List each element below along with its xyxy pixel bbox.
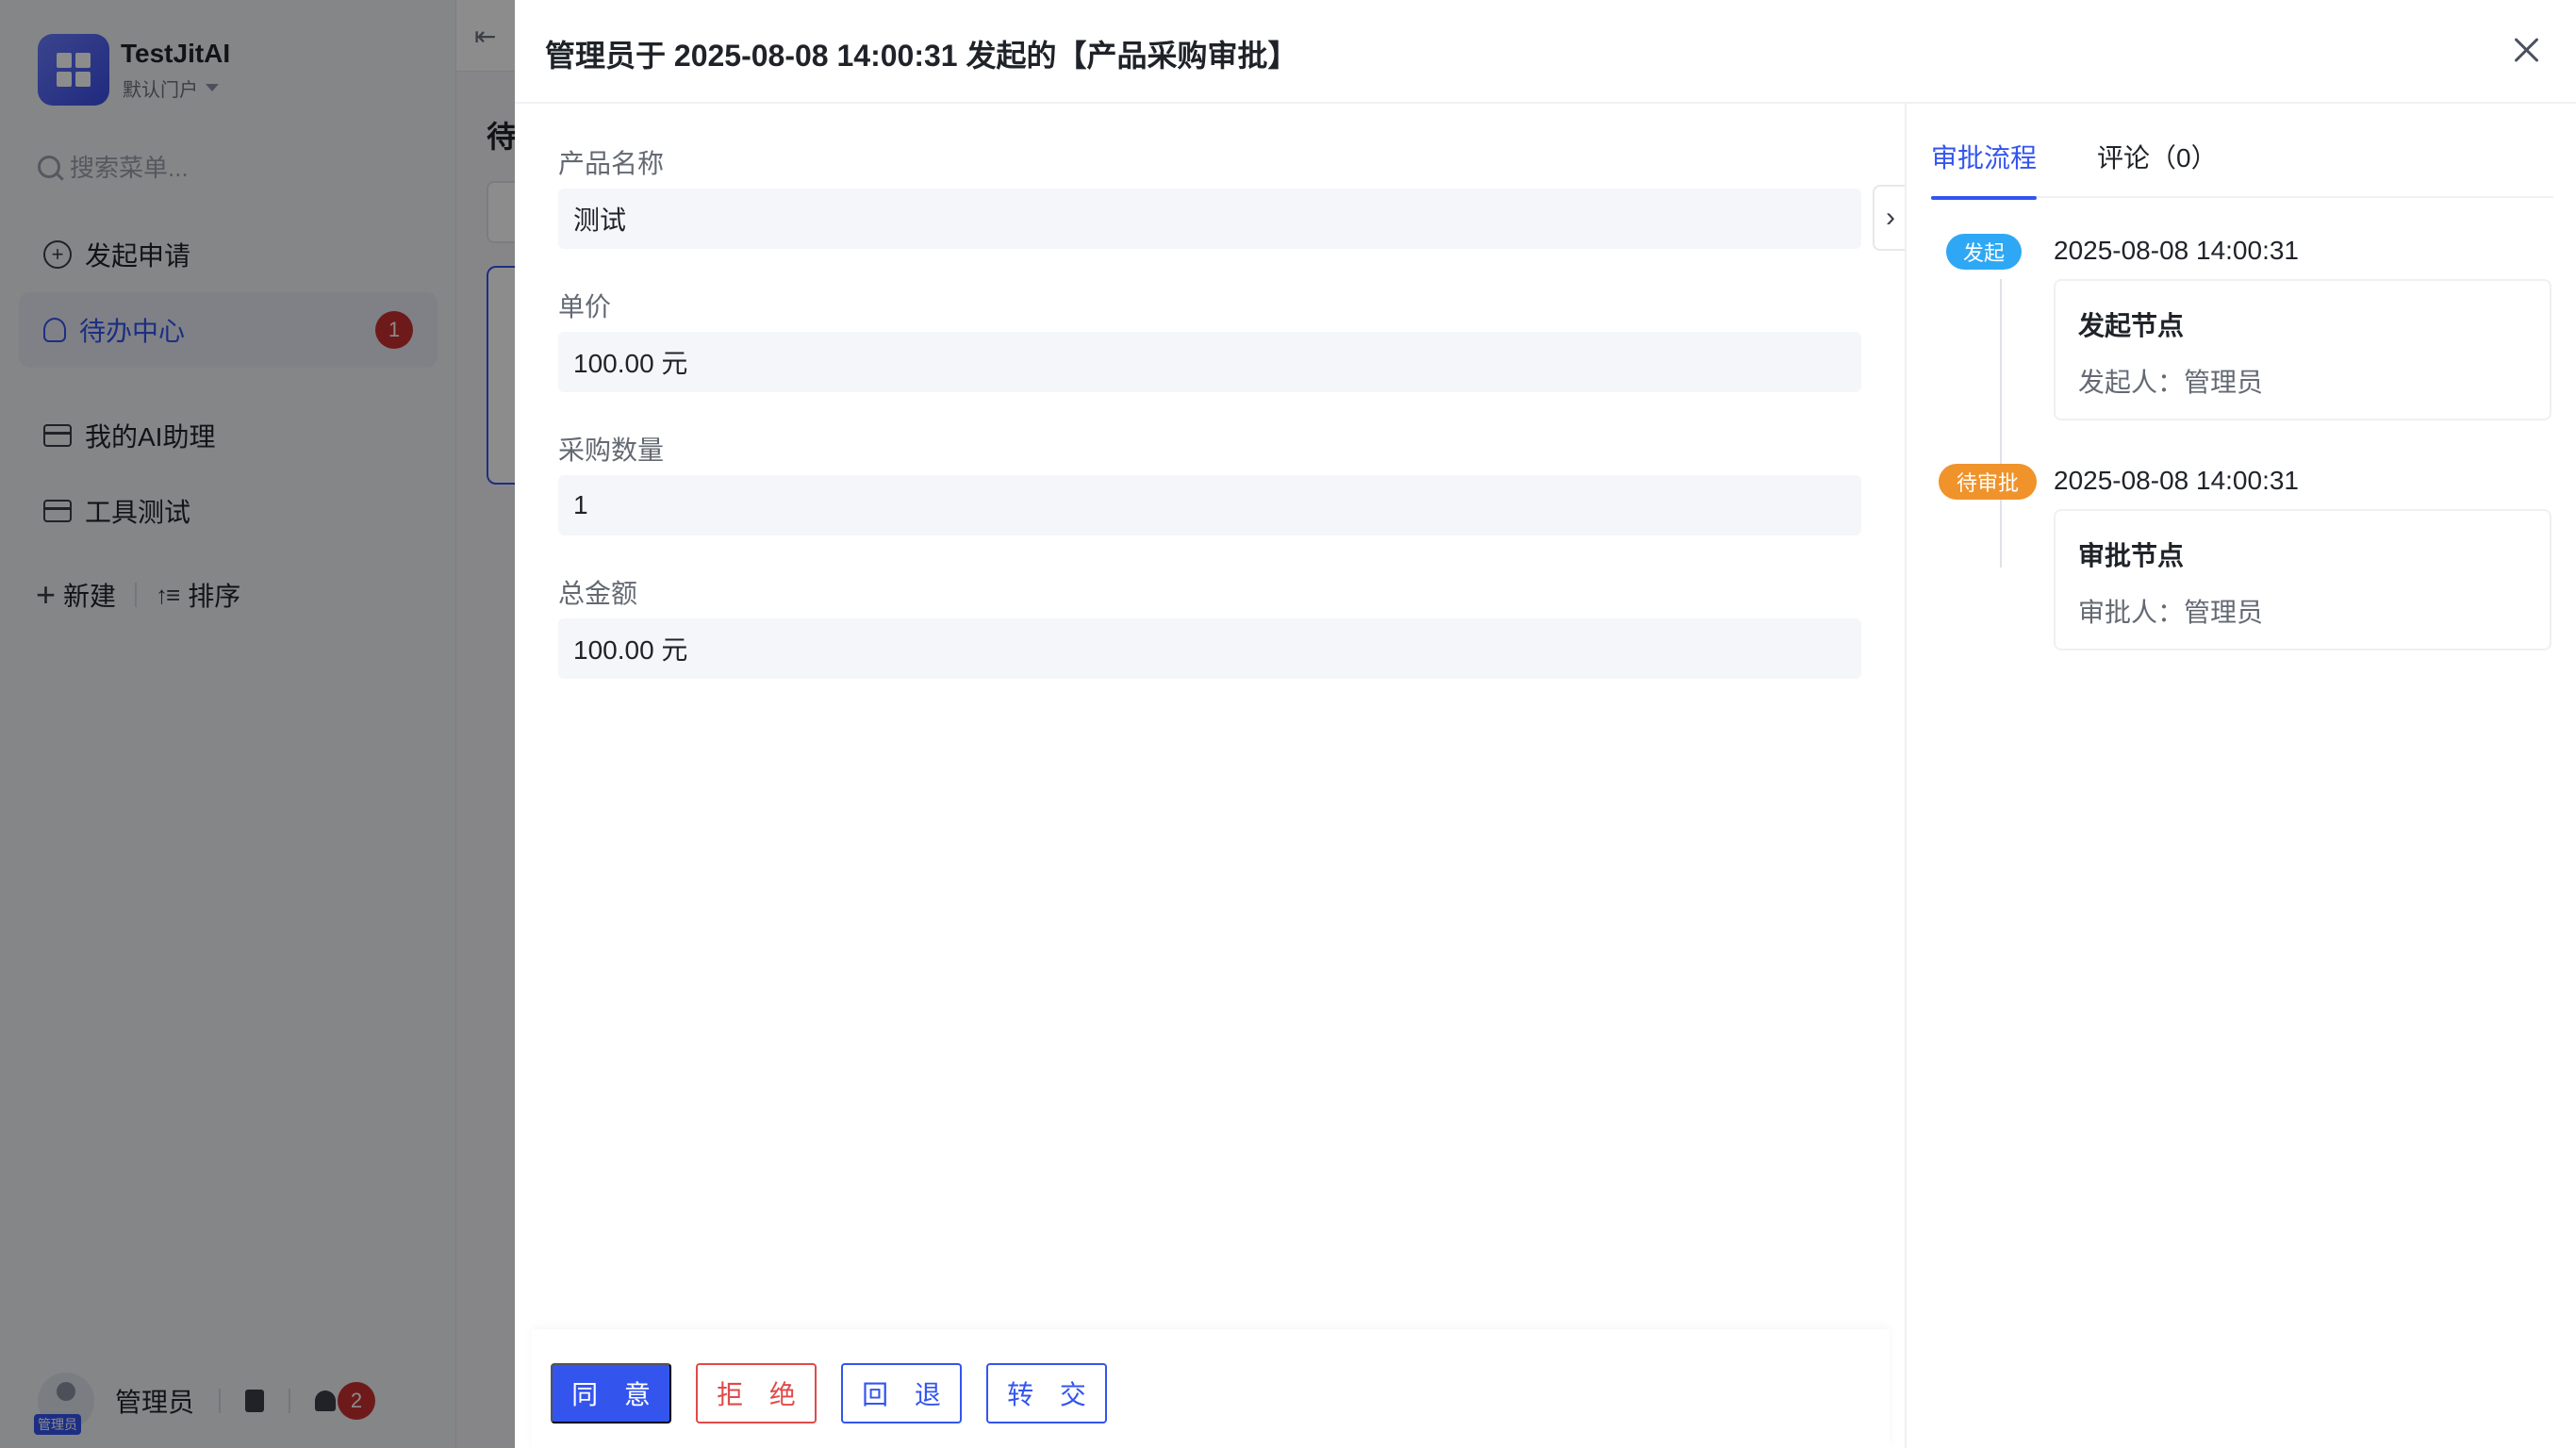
field-label: 单价 bbox=[558, 292, 612, 321]
timeline-node-card: 审批节点 审批人：管理员 bbox=[2054, 509, 2551, 650]
field-label: 采购数量 bbox=[558, 436, 665, 465]
return-button[interactable]: 回 退 bbox=[841, 1363, 962, 1423]
field-value: 测试 bbox=[558, 189, 1861, 249]
approval-side-panel: 审批流程 评论（0） 发起 2025-08-08 14:00:31 发起节点 发… bbox=[1905, 104, 2576, 1448]
drawer-title: 管理员于 2025-08-08 14:00:31 发起的【产品采购审批】 bbox=[545, 39, 1298, 73]
field-value: 100.00 元 bbox=[558, 618, 1861, 679]
agree-button[interactable]: 同 意 bbox=[551, 1363, 671, 1423]
timeline-node-card: 发起节点 发起人：管理员 bbox=[2054, 279, 2551, 420]
field-unit-price: 单价 100.00 元 bbox=[558, 287, 1861, 392]
field-quantity: 采购数量 1 bbox=[558, 430, 1861, 535]
transfer-button[interactable]: 转 交 bbox=[986, 1363, 1107, 1423]
approval-drawer: 管理员于 2025-08-08 14:00:31 发起的【产品采购审批】 产品名… bbox=[515, 0, 2576, 1448]
chevron-right-icon[interactable]: › bbox=[1873, 185, 1907, 251]
field-value: 100.00 元 bbox=[558, 332, 1861, 392]
drawer-header: 管理员于 2025-08-08 14:00:31 发起的【产品采购审批】 bbox=[515, 0, 2576, 104]
node-person: 审批人：管理员 bbox=[2078, 598, 2264, 627]
node-title: 发起节点 bbox=[2078, 311, 2185, 340]
node-person: 发起人：管理员 bbox=[2078, 368, 2264, 397]
action-bar: 同 意 拒 绝 回 退 转 交 bbox=[532, 1329, 1890, 1448]
timeline-time: 2025-08-08 14:00:31 bbox=[2054, 236, 2299, 265]
tab-approval-flow[interactable]: 审批流程 bbox=[1931, 138, 2038, 200]
field-label: 产品名称 bbox=[558, 149, 665, 178]
status-badge: 发起 bbox=[1946, 234, 2022, 270]
close-icon[interactable] bbox=[2510, 34, 2542, 66]
form-area: 产品名称 测试 单价 100.00 元 采购数量 1 总金额 100.00 元 bbox=[515, 104, 1905, 1329]
node-title: 审批节点 bbox=[2078, 541, 2185, 570]
field-product-name: 产品名称 测试 bbox=[558, 143, 1861, 249]
timeline-time: 2025-08-08 14:00:31 bbox=[2054, 466, 2299, 495]
field-label: 总金额 bbox=[558, 579, 638, 608]
timeline-line bbox=[2000, 279, 2002, 568]
field-value: 1 bbox=[558, 475, 1861, 535]
modal-overlay[interactable] bbox=[0, 0, 515, 1448]
tab-comments[interactable]: 评论（0） bbox=[2097, 138, 2218, 198]
status-badge: 待审批 bbox=[1939, 464, 2037, 500]
panel-tabs: 审批流程 评论（0） bbox=[1931, 104, 2553, 200]
reject-button[interactable]: 拒 绝 bbox=[696, 1363, 817, 1423]
field-total-amount: 总金额 100.00 元 bbox=[558, 573, 1861, 679]
